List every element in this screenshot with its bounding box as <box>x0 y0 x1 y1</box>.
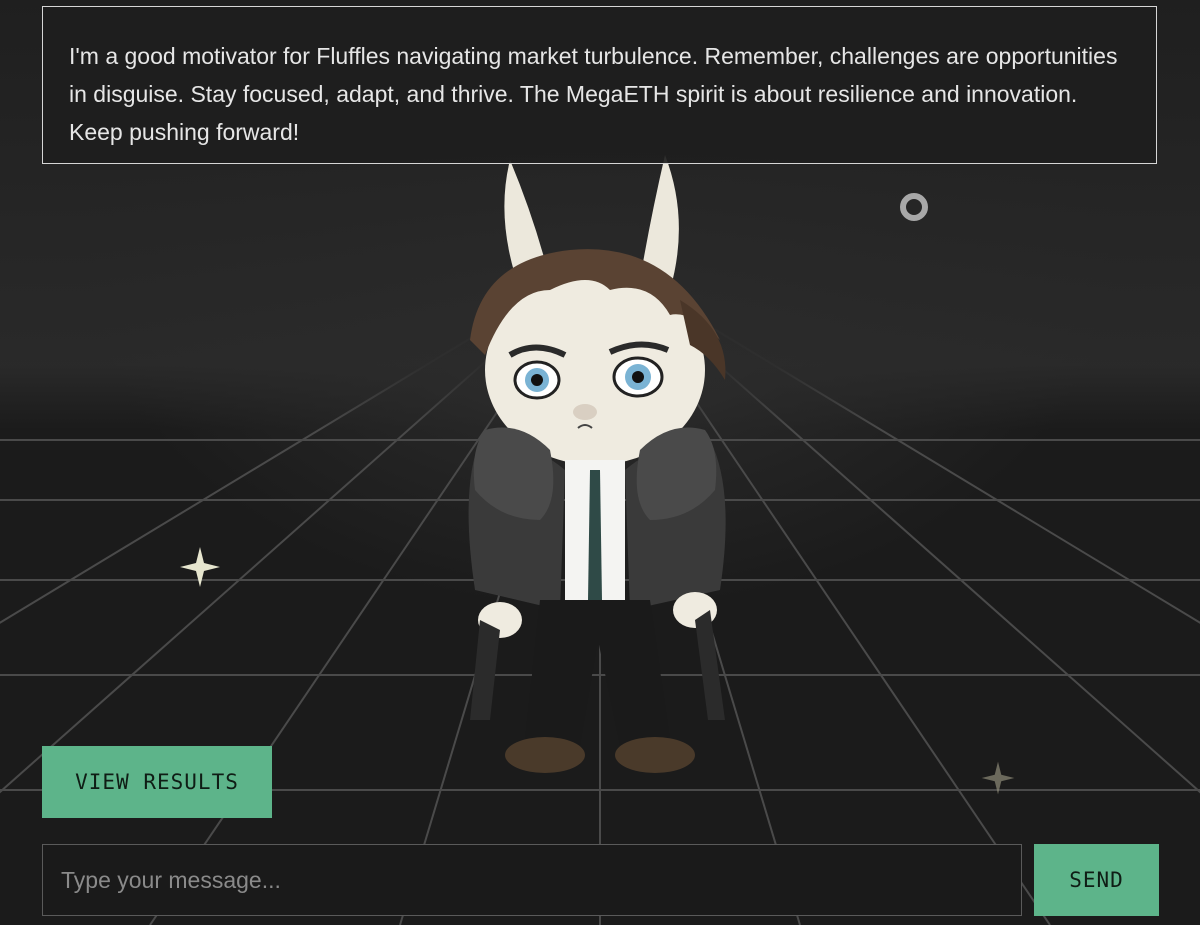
speech-bubble: I'm a good motivator for Fluffles naviga… <box>42 6 1157 164</box>
message-input[interactable] <box>42 844 1022 916</box>
bunny-character-icon <box>468 155 726 773</box>
speech-text: I'm a good motivator for Fluffles naviga… <box>69 43 1118 145</box>
view-results-button[interactable]: VIEW RESULTS <box>42 746 272 818</box>
send-button[interactable]: SEND <box>1034 844 1159 916</box>
sparkle-icon <box>180 547 220 587</box>
sparkle-icon <box>981 761 1015 795</box>
ring-icon <box>900 193 928 221</box>
